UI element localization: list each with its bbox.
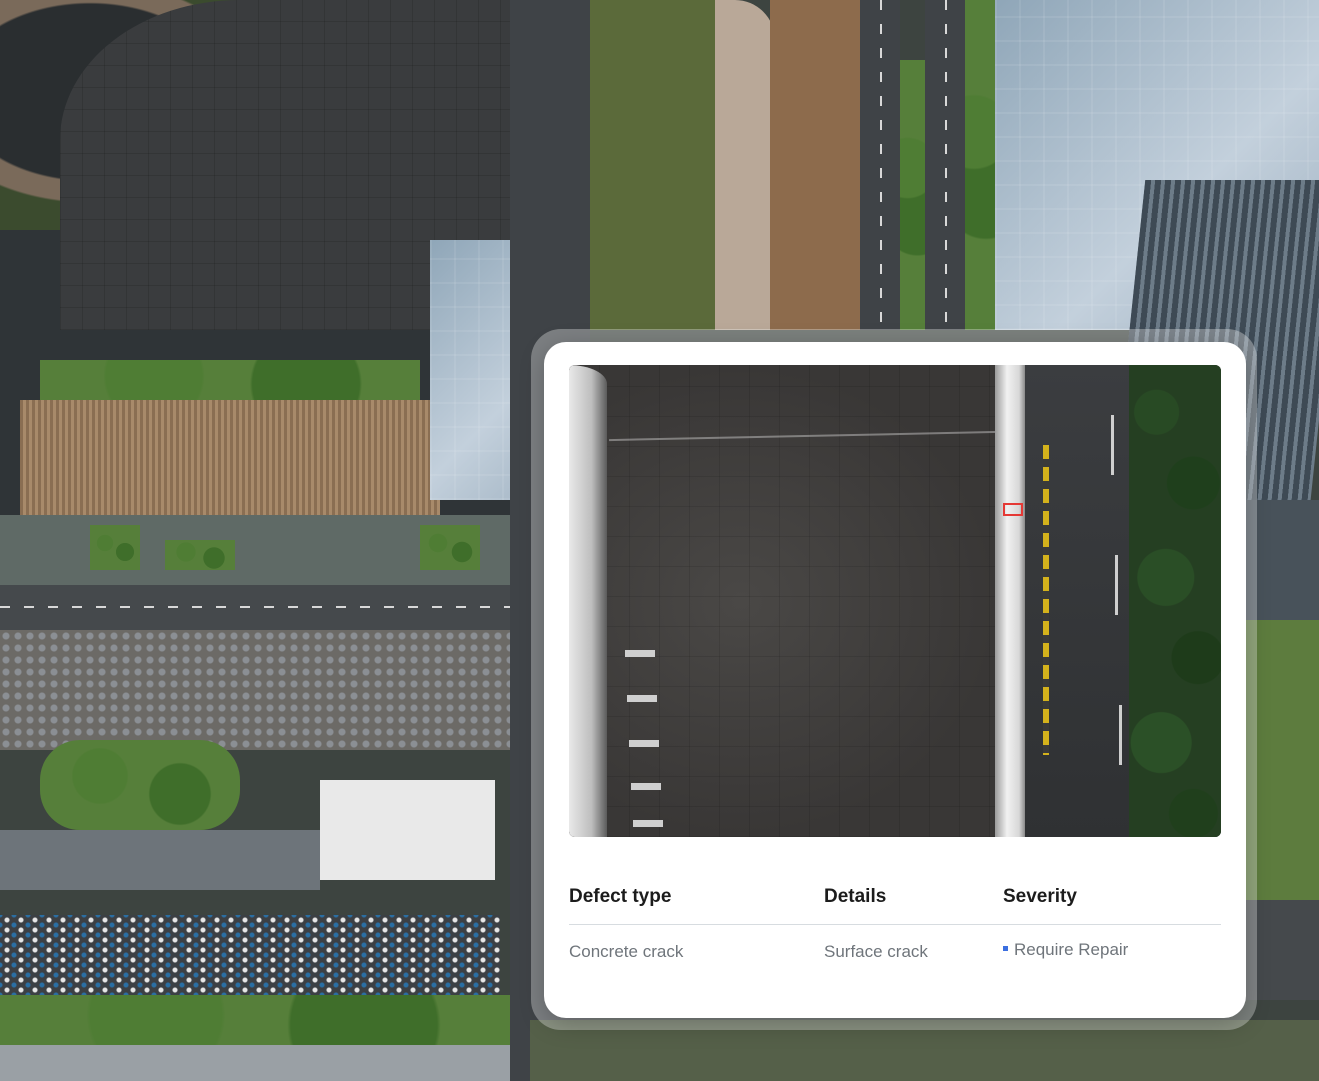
defect-marker[interactable] [1003,503,1023,516]
severity-indicator-icon [1003,946,1008,951]
planter [165,540,235,570]
tree-canopy [1129,365,1221,837]
lane-marking [0,606,540,608]
header-severity: Severity [1003,886,1077,907]
tree-cluster [40,740,240,830]
yellow-curb-line [1043,445,1049,755]
cell-severity: Require Repair [1003,940,1128,960]
planter [420,525,480,570]
building-edge [0,1045,520,1081]
construction-site [770,0,860,330]
parapet-wall [995,365,1025,837]
white-roof-building [320,780,495,880]
median-trees [900,60,925,330]
roof-edge [569,365,607,837]
defect-inspection-card: Defect type Details Severity Concrete cr… [544,342,1246,1018]
roof-marking [631,783,661,790]
table-divider [569,924,1221,925]
lot [0,830,320,890]
planter [90,525,140,570]
lot-stripe [1115,555,1118,615]
grass-field [590,0,720,330]
lane-marking [945,0,947,330]
roof-marking [629,740,659,747]
roof-marking [627,695,657,702]
lot-stripe [1119,705,1122,765]
lot-stripe [1111,415,1114,475]
cell-details: Surface crack [824,942,928,961]
storage-yard [0,630,520,750]
header-defect-type: Defect type [569,886,672,907]
tree-row [965,0,995,330]
brown-facade [20,400,440,515]
roof-marking [633,820,663,827]
traffic-lanes [0,915,500,995]
severity-label: Require Repair [1014,940,1129,959]
roof-garden [40,360,420,400]
cell-defect-type: Concrete crack [569,942,684,961]
lane-marking [880,0,882,330]
roof-marking [625,650,655,657]
roof-inspection-photo [569,365,1221,837]
tree-row [0,995,520,1045]
header-details: Details [824,886,887,907]
curved-path [715,0,775,330]
